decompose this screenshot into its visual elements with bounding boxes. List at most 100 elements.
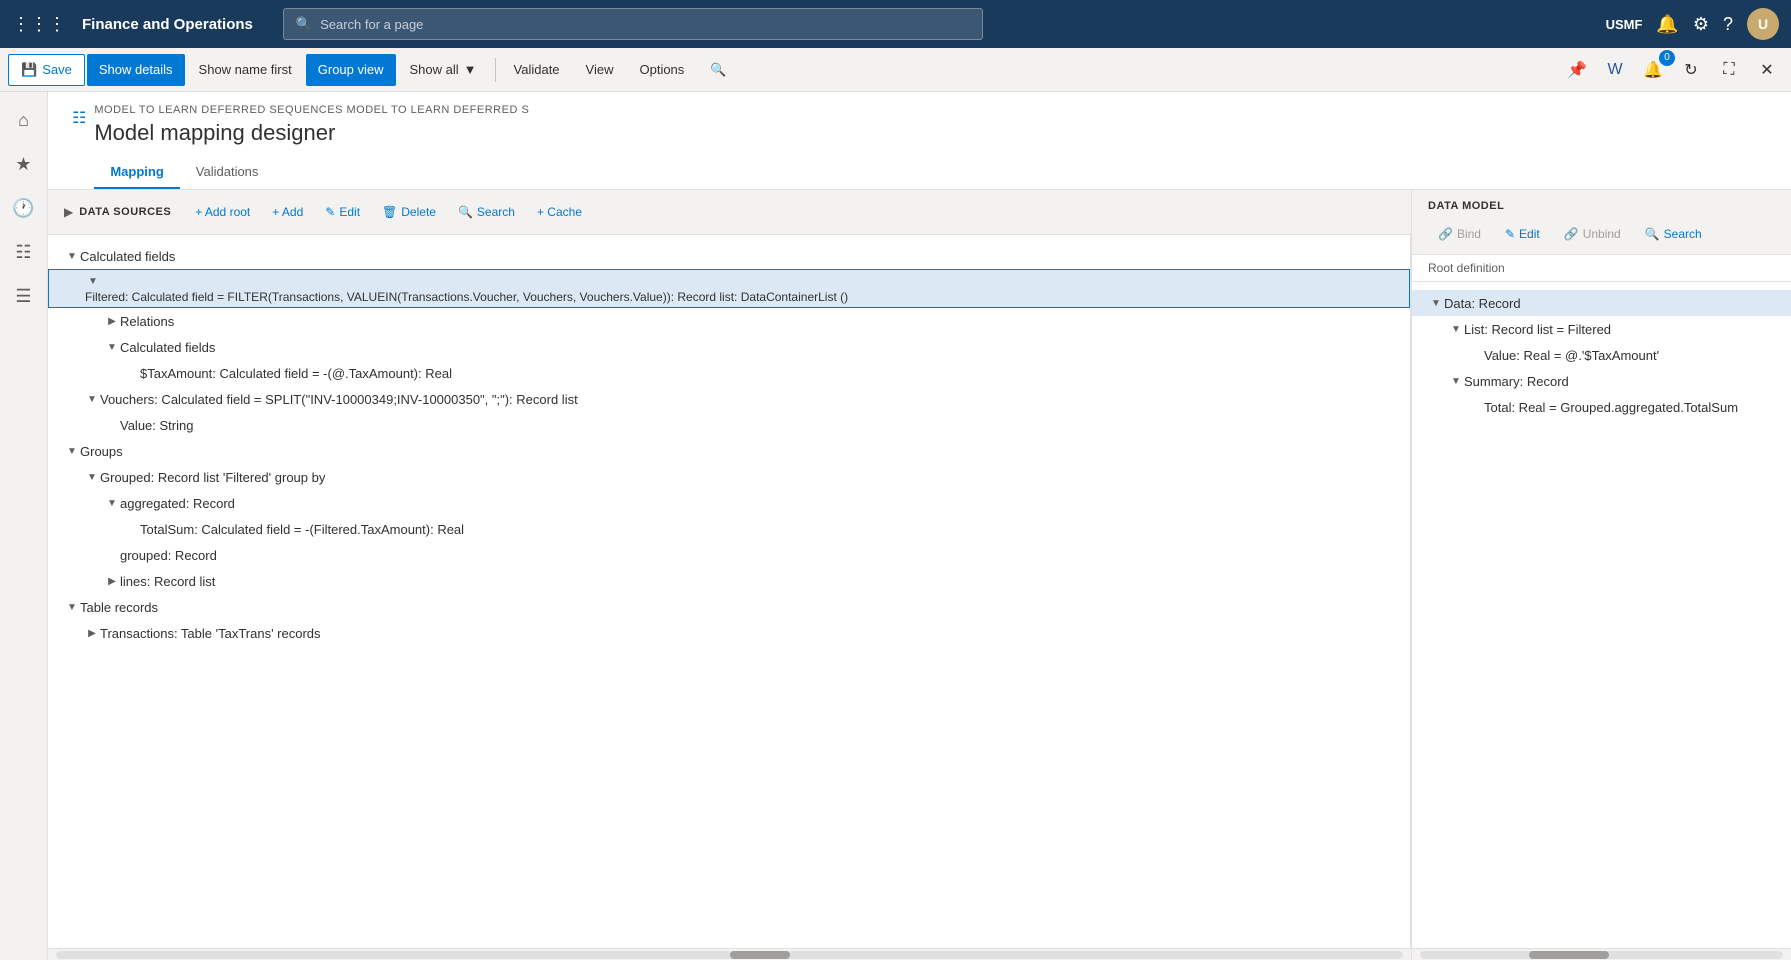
expand-relations[interactable]: ▶ bbox=[104, 313, 120, 329]
dm-scrollbar[interactable] bbox=[1412, 948, 1791, 960]
avatar[interactable]: U bbox=[1747, 8, 1779, 40]
show-all-button[interactable]: Show all ▼ bbox=[398, 54, 489, 86]
show-details-button[interactable]: Show details bbox=[87, 54, 185, 86]
tree-node-calc-fields-sub[interactable]: ▼ Calculated fields bbox=[48, 334, 1410, 360]
tree-node-totalsum[interactable]: TotalSum: Calculated field = -(Filtered.… bbox=[48, 516, 1410, 542]
dm-node-total[interactable]: Total: Real = Grouped.aggregated.TotalSu… bbox=[1412, 394, 1791, 420]
tree-node-groups[interactable]: ▼ Groups bbox=[48, 438, 1410, 464]
group-view-button[interactable]: Group view bbox=[306, 54, 396, 86]
tree-node-relations[interactable]: ▶ Relations bbox=[48, 308, 1410, 334]
close-icon[interactable]: ✕ bbox=[1751, 54, 1783, 86]
tree-node-table-records[interactable]: ▼ Table records bbox=[48, 594, 1410, 620]
expand-vouchers[interactable]: ▼ bbox=[84, 391, 100, 407]
search-icon: 🔍 bbox=[296, 16, 312, 32]
expand-grouped[interactable]: ▼ bbox=[84, 469, 100, 485]
tree-node-taxamount[interactable]: $TaxAmount: Calculated field = -(@.TaxAm… bbox=[48, 360, 1410, 386]
expand-lines[interactable]: ▶ bbox=[104, 573, 120, 589]
dm-node-summary[interactable]: ▼ Summary: Record bbox=[1412, 368, 1791, 394]
split-layout: ▶ DATA SOURCES + Add root + Add ✎ Edit 🗑 bbox=[48, 190, 1791, 960]
notifications-icon[interactable]: 🔔 bbox=[1656, 14, 1678, 35]
expand-filtered[interactable]: ▼ bbox=[85, 273, 101, 289]
nav-right: USMF 🔔 ⚙ ? U bbox=[1606, 8, 1779, 40]
dm-expand-summary[interactable]: ▼ bbox=[1448, 373, 1464, 389]
expand-calc-fields[interactable]: ▼ bbox=[64, 248, 80, 264]
toolbar-search-button[interactable]: 🔍 bbox=[698, 54, 738, 86]
grid-icon[interactable]: ⋮⋮⋮ bbox=[12, 14, 66, 35]
toolbar-separator-1 bbox=[495, 58, 496, 82]
expand-table-records[interactable]: ▼ bbox=[64, 599, 80, 615]
settings-icon[interactable]: ⚙ bbox=[1693, 14, 1709, 35]
user-label: USMF bbox=[1606, 17, 1643, 32]
refresh-icon[interactable]: ↻ bbox=[1675, 54, 1707, 86]
help-icon[interactable]: ? bbox=[1723, 14, 1733, 35]
scroll-track bbox=[56, 951, 1403, 959]
tree-node-transactions[interactable]: ▶ Transactions: Table 'TaxTrans' records bbox=[48, 620, 1410, 646]
toolbar-right: 📌 W 🔔 0 ↻ ⛶ ✕ bbox=[1561, 54, 1783, 86]
unbind-button[interactable]: 🔗 Unbind bbox=[1554, 220, 1631, 248]
view-button[interactable]: View bbox=[574, 54, 626, 86]
dm-search-button[interactable]: 🔍 Search bbox=[1635, 220, 1712, 248]
ds-expand-icon[interactable]: ▶ bbox=[64, 205, 73, 219]
cache-button[interactable]: + Cache bbox=[527, 198, 592, 226]
modules-icon[interactable]: ☰ bbox=[4, 276, 44, 316]
main-container: ⌂ ★ 🕐 ☷ ☰ ☷ MODEL TO LEARN DEFERRED SEQU… bbox=[0, 92, 1791, 960]
ds-scrollbar[interactable] bbox=[48, 948, 1411, 960]
save-button[interactable]: 💾 Save bbox=[8, 54, 85, 86]
expand-aggregated[interactable]: ▼ bbox=[104, 495, 120, 511]
search-placeholder: Search for a page bbox=[320, 17, 423, 32]
dm-node-data[interactable]: ▼ Data: Record bbox=[1412, 290, 1791, 316]
ds-tree[interactable]: ▼ Calculated fields ▼ Filtered: Calculat… bbox=[48, 235, 1411, 948]
tree-node-aggregated[interactable]: ▼ aggregated: Record bbox=[48, 490, 1410, 516]
search-button[interactable]: 🔍 Search bbox=[448, 198, 525, 226]
dm-expand-data[interactable]: ▼ bbox=[1428, 295, 1444, 311]
validate-button[interactable]: Validate bbox=[502, 54, 572, 86]
delete-button[interactable]: 🗑 Delete bbox=[372, 198, 446, 226]
dm-actions: 🔗 Bind ✎ Edit 🔗 Unbind 🔍 bbox=[1428, 220, 1775, 248]
home-icon[interactable]: ⌂ bbox=[4, 100, 44, 140]
content-area: ☷ MODEL TO LEARN DEFERRED SEQUENCES MODE… bbox=[48, 92, 1791, 960]
dm-node-value-real[interactable]: Value: Real = @.'$TaxAmount' bbox=[1412, 342, 1791, 368]
pin-icon[interactable]: 📌 bbox=[1561, 54, 1593, 86]
dm-scroll-thumb[interactable] bbox=[1529, 951, 1609, 959]
notification-count: 0 bbox=[1659, 50, 1675, 66]
options-button[interactable]: Options bbox=[627, 54, 696, 86]
dm-edit-button[interactable]: ✎ Edit bbox=[1495, 220, 1550, 248]
show-name-first-button[interactable]: Show name first bbox=[187, 54, 304, 86]
add-root-button[interactable]: + Add root bbox=[185, 198, 260, 226]
filter-icon[interactable]: ☷ bbox=[72, 110, 86, 127]
dm-expand-list[interactable]: ▼ bbox=[1448, 321, 1464, 337]
workspaces-icon[interactable]: ☷ bbox=[4, 232, 44, 272]
add-button[interactable]: + Add bbox=[262, 198, 313, 226]
scroll-thumb[interactable] bbox=[730, 951, 790, 959]
bind-button[interactable]: 🔗 Bind bbox=[1428, 220, 1491, 248]
dm-node-list[interactable]: ▼ List: Record list = Filtered bbox=[1412, 316, 1791, 342]
favorites-icon[interactable]: ★ bbox=[4, 144, 44, 184]
tree-node-vouchers[interactable]: ▼ Vouchers: Calculated field = SPLIT("IN… bbox=[48, 386, 1410, 412]
word-icon[interactable]: W bbox=[1599, 54, 1631, 86]
unbind-icon: 🔗 bbox=[1564, 227, 1579, 241]
global-search[interactable]: 🔍 Search for a page bbox=[283, 8, 983, 40]
tree-node-grouped-rec[interactable]: grouped: Record bbox=[48, 542, 1410, 568]
dm-title: DATA MODEL bbox=[1428, 200, 1775, 212]
dm-header: DATA MODEL 🔗 Bind ✎ Edit 🔗 Unbind bbox=[1412, 190, 1791, 255]
tree-node-value-string[interactable]: Value: String bbox=[48, 412, 1410, 438]
bind-icon: 🔗 bbox=[1438, 227, 1453, 241]
recent-icon[interactable]: 🕐 bbox=[4, 188, 44, 228]
page-title: Model mapping designer bbox=[94, 120, 1767, 146]
dm-tree[interactable]: ▼ Data: Record ▼ List: Record list = Fil… bbox=[1412, 282, 1791, 948]
dm-root-def: Root definition bbox=[1412, 255, 1791, 282]
tab-validations[interactable]: Validations bbox=[180, 156, 275, 189]
open-icon[interactable]: ⛶ bbox=[1713, 54, 1745, 86]
tree-node-calc-fields[interactable]: ▼ Calculated fields bbox=[48, 243, 1410, 269]
edit-button[interactable]: ✎ Edit bbox=[315, 198, 370, 226]
page-header: ☷ MODEL TO LEARN DEFERRED SEQUENCES MODE… bbox=[48, 92, 1791, 190]
tree-node-lines[interactable]: ▶ lines: Record list bbox=[48, 568, 1410, 594]
notification-badge-icon[interactable]: 🔔 0 bbox=[1637, 54, 1669, 86]
dm-search-icon: 🔍 bbox=[1645, 227, 1660, 241]
expand-groups[interactable]: ▼ bbox=[64, 443, 80, 459]
expand-transactions[interactable]: ▶ bbox=[84, 625, 100, 641]
expand-calc-sub[interactable]: ▼ bbox=[104, 339, 120, 355]
tree-node-grouped[interactable]: ▼ Grouped: Record list 'Filtered' group … bbox=[48, 464, 1410, 490]
tab-mapping[interactable]: Mapping bbox=[94, 156, 179, 189]
tree-node-filtered[interactable]: ▼ Filtered: Calculated field = FILTER(Tr… bbox=[48, 269, 1410, 308]
